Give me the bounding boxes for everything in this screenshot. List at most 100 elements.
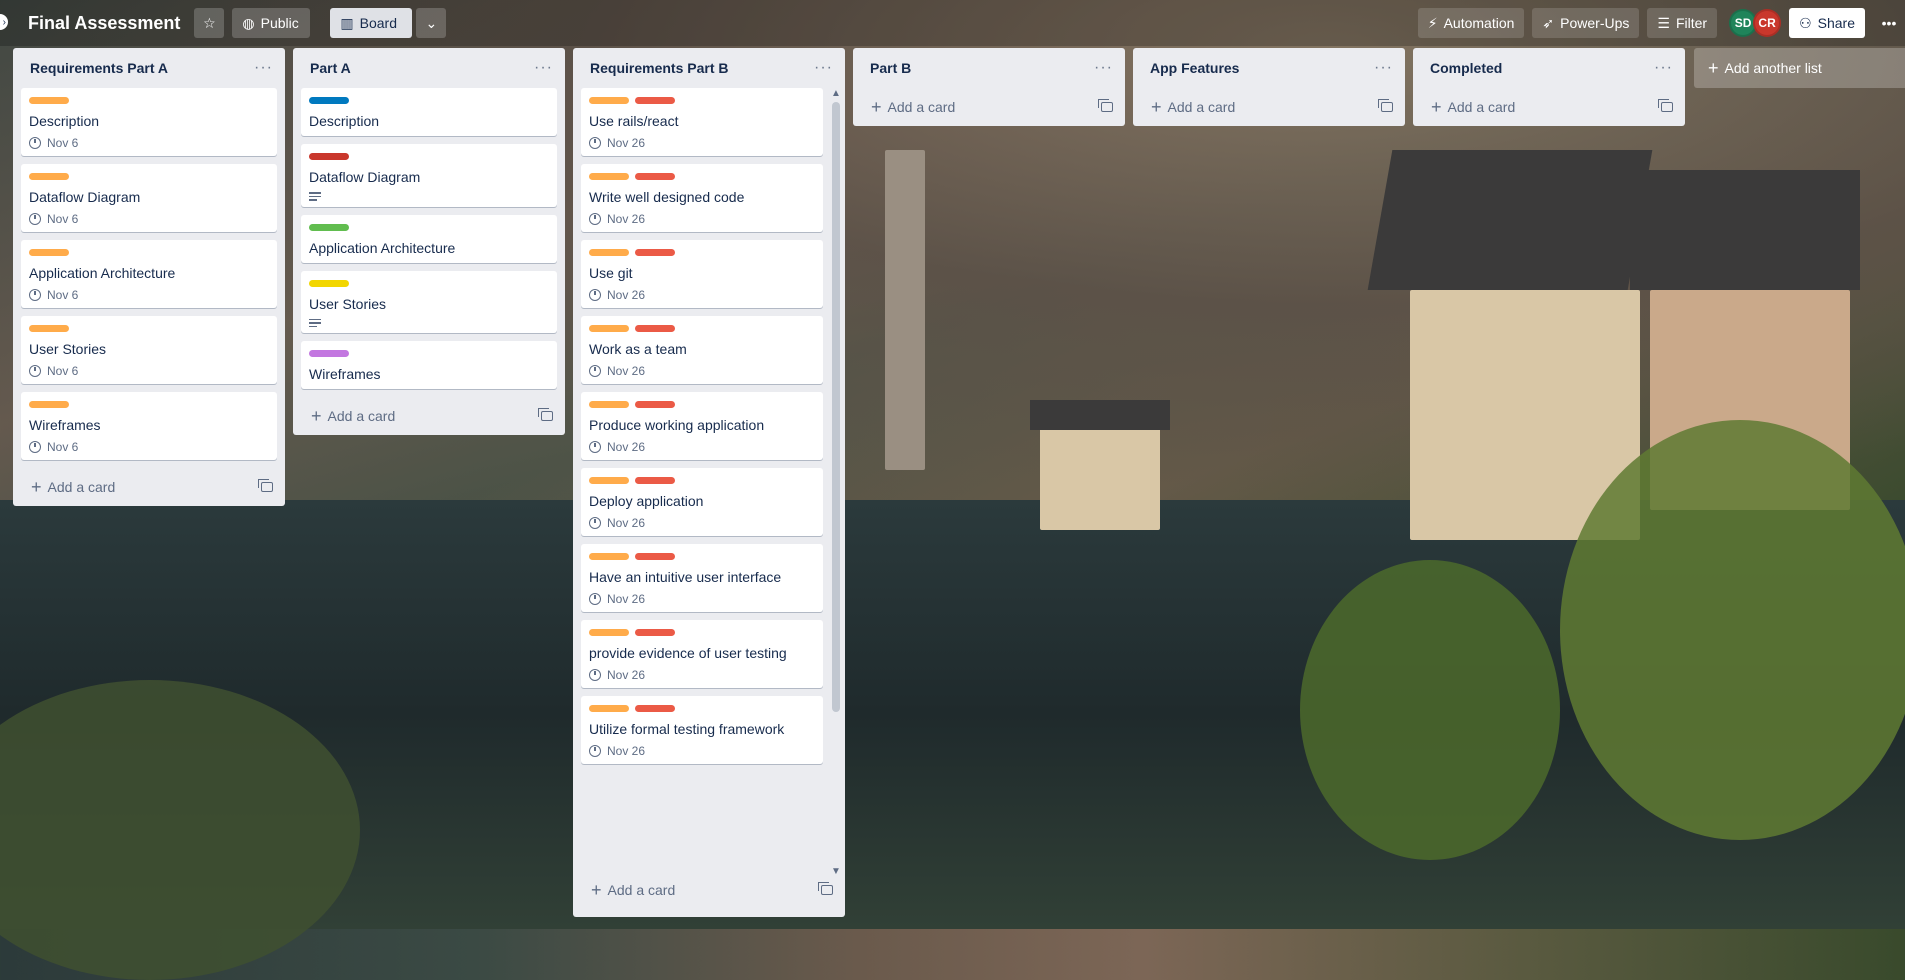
card-label[interactable]: [589, 249, 629, 256]
due-date-badge[interactable]: Nov 26: [589, 440, 815, 454]
card[interactable]: Description: [301, 88, 557, 136]
list-part-b[interactable]: Part B ··· + Add a card: [853, 48, 1125, 126]
list-scrollbar[interactable]: ▲ ▼: [829, 88, 843, 877]
list-requirements-part-a[interactable]: Requirements Part A ··· Description Nov 6 Da…: [13, 48, 285, 506]
list-title[interactable]: App Features: [1150, 60, 1239, 76]
card-label[interactable]: [29, 173, 69, 180]
card-label[interactable]: [635, 325, 675, 332]
list-completed[interactable]: Completed ··· + Add a card: [1413, 48, 1685, 126]
due-date-badge[interactable]: Nov 6: [29, 364, 269, 378]
add-card-button[interactable]: + Add a card: [573, 871, 845, 909]
card[interactable]: User Stories Nov 6: [21, 316, 277, 384]
card-label[interactable]: [309, 350, 349, 357]
create-from-template-icon[interactable]: [1658, 99, 1673, 112]
card-label[interactable]: [309, 223, 349, 231]
card[interactable]: Description Nov 6: [21, 88, 277, 156]
scroll-down-icon[interactable]: ▼: [831, 866, 841, 877]
create-from-template-icon[interactable]: [1098, 99, 1113, 112]
card[interactable]: Deploy application Nov 26: [581, 468, 823, 536]
add-card-button[interactable]: + Add a card: [1413, 88, 1685, 126]
card-label[interactable]: [635, 477, 675, 484]
list-menu-icon[interactable]: ···: [1374, 59, 1393, 77]
card-label[interactable]: [589, 477, 629, 484]
card-label[interactable]: [309, 279, 349, 287]
due-date-badge[interactable]: Nov 26: [589, 516, 815, 530]
automation-button[interactable]: ⚡ Automation: [1417, 8, 1525, 38]
share-button[interactable]: ⚇ Share: [1789, 8, 1865, 38]
card-label[interactable]: [309, 153, 349, 160]
list-requirements-part-b[interactable]: Requirements Part B ··· Use rails/react Nov…: [573, 48, 845, 917]
list-header[interactable]: Requirements Part A ···: [13, 48, 285, 88]
card[interactable]: Have an intuitive user interface Nov 26: [581, 544, 823, 612]
scrollbar-thumb[interactable]: [832, 102, 840, 712]
due-date-badge[interactable]: Nov 26: [589, 744, 815, 758]
list-title[interactable]: Part A: [310, 60, 351, 76]
board-menu-button[interactable]: •••: [1873, 8, 1905, 38]
card-label[interactable]: [29, 249, 69, 256]
list-menu-icon[interactable]: ···: [534, 59, 553, 77]
due-date-badge[interactable]: Nov 26: [589, 364, 815, 378]
list-app-features[interactable]: App Features ··· + Add a card: [1133, 48, 1405, 126]
card-label[interactable]: [635, 705, 675, 712]
add-card-button[interactable]: + Add a card: [1133, 88, 1405, 126]
card-label[interactable]: [589, 97, 629, 104]
visibility-button[interactable]: ◍ Public: [232, 8, 311, 38]
create-from-template-icon[interactable]: [538, 408, 553, 421]
add-card-button[interactable]: + Add a card: [13, 468, 285, 506]
star-button[interactable]: ☆: [194, 8, 225, 38]
list-title[interactable]: Requirements Part A: [30, 60, 168, 76]
card-label[interactable]: [589, 173, 629, 180]
due-date-badge[interactable]: Nov 26: [589, 668, 815, 682]
card[interactable]: Application Architecture Nov 6: [21, 240, 277, 308]
card[interactable]: Dataflow Diagram: [301, 144, 557, 207]
card[interactable]: Use rails/react Nov 26: [581, 88, 823, 156]
card[interactable]: Work as a team Nov 26: [581, 316, 823, 384]
card-label[interactable]: [635, 173, 675, 180]
views-dropdown-button[interactable]: ⌄: [416, 8, 447, 38]
list-title[interactable]: Requirements Part B: [590, 60, 728, 76]
card[interactable]: provide evidence of user testing Nov 26: [581, 620, 823, 688]
add-card-button[interactable]: + Add a card: [293, 397, 565, 435]
card-label[interactable]: [589, 705, 629, 712]
due-date-badge[interactable]: Nov 6: [29, 440, 269, 454]
card-label[interactable]: [589, 553, 629, 560]
list-header[interactable]: Completed ···: [1413, 48, 1685, 88]
board-view-button[interactable]: ▥ Board: [330, 8, 413, 38]
card[interactable]: Application Architecture: [301, 214, 557, 263]
avatar[interactable]: CR: [1753, 9, 1782, 37]
card-label[interactable]: [309, 97, 349, 104]
card-label[interactable]: [635, 553, 675, 560]
card-label[interactable]: [589, 325, 629, 332]
list-menu-icon[interactable]: ···: [814, 59, 833, 77]
list-menu-icon[interactable]: ···: [1094, 59, 1113, 77]
card-label[interactable]: [29, 325, 69, 332]
card[interactable]: Wireframes Nov 6: [21, 392, 277, 460]
card-label[interactable]: [589, 629, 629, 636]
due-date-badge[interactable]: Nov 26: [589, 136, 815, 150]
list-header[interactable]: Part A ···: [293, 48, 565, 88]
due-date-badge[interactable]: Nov 6: [29, 212, 269, 226]
list-header[interactable]: Requirements Part B ···: [573, 48, 845, 88]
card-label[interactable]: [635, 97, 675, 104]
create-from-template-icon[interactable]: [258, 479, 273, 492]
powerups-button[interactable]: ➶ Power-Ups: [1532, 8, 1640, 38]
due-date-badge[interactable]: Nov 26: [589, 288, 815, 302]
card-label[interactable]: [635, 401, 675, 408]
due-date-badge[interactable]: Nov 6: [29, 288, 269, 302]
card[interactable]: User Stories: [301, 270, 557, 333]
add-list-button[interactable]: + Add another list: [1694, 48, 1905, 88]
card-label[interactable]: [635, 629, 675, 636]
board-title[interactable]: Final Assessment: [28, 13, 180, 34]
card-label[interactable]: [29, 97, 69, 104]
card-label[interactable]: [589, 401, 629, 408]
card[interactable]: Use git Nov 26: [581, 240, 823, 308]
list-title[interactable]: Completed: [1430, 60, 1502, 76]
card[interactable]: Dataflow Diagram Nov 6: [21, 164, 277, 232]
list-menu-icon[interactable]: ···: [1654, 59, 1673, 77]
list-menu-icon[interactable]: ···: [254, 59, 273, 77]
add-card-button[interactable]: + Add a card: [853, 88, 1125, 126]
create-from-template-icon[interactable]: [818, 882, 833, 895]
due-date-badge[interactable]: Nov 26: [589, 592, 815, 606]
card-label[interactable]: [29, 401, 69, 408]
filter-button[interactable]: ☰ Filter: [1647, 8, 1718, 38]
